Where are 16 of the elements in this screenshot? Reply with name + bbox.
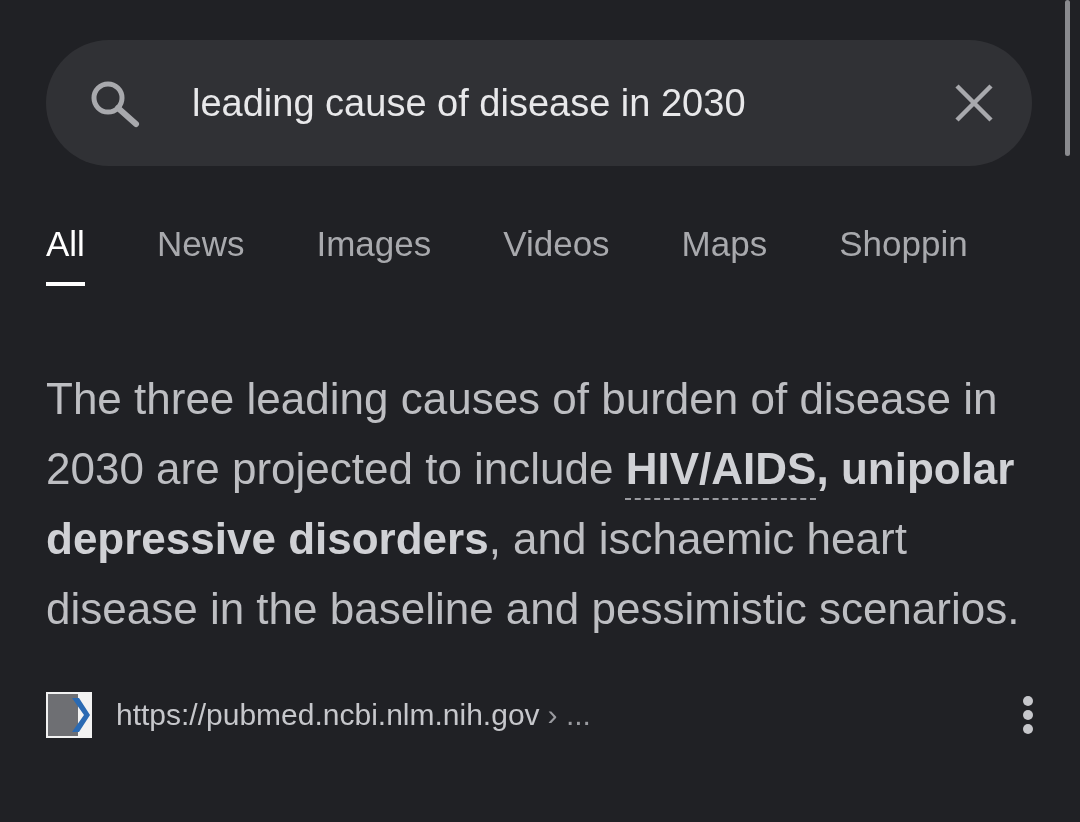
source-url[interactable]: https://pubmed.ncbi.nlm.nih.gov — [116, 698, 540, 732]
search-bar[interactable]: leading cause of disease in 2030 — [46, 40, 1032, 166]
term-link[interactable]: HIV/AIDS — [625, 444, 817, 493]
search-field[interactable]: leading cause of disease in 2030 — [192, 81, 954, 125]
tab[interactable]: Maps — [681, 216, 768, 286]
tab[interactable]: Images — [316, 216, 432, 286]
tab[interactable]: All — [46, 216, 85, 286]
close-icon[interactable] — [954, 83, 994, 123]
breadcrumb: › ... — [547, 698, 591, 732]
answer-snippet: The three leading causes of burden of disease in 2030 are projected to include HIV/AIDS, unipolar depressive disorders, and ischaemic heart disease in the baseline and pessimistic scenarios. — [46, 373, 1021, 635]
tab[interactable]: Shoppin — [839, 216, 968, 286]
tab[interactable]: News — [156, 216, 245, 286]
scrollbar[interactable] — [1065, 0, 1070, 156]
tab[interactable]: Videos — [503, 216, 610, 286]
site-logo-icon — [46, 692, 92, 738]
more-icon[interactable] — [1022, 695, 1034, 735]
